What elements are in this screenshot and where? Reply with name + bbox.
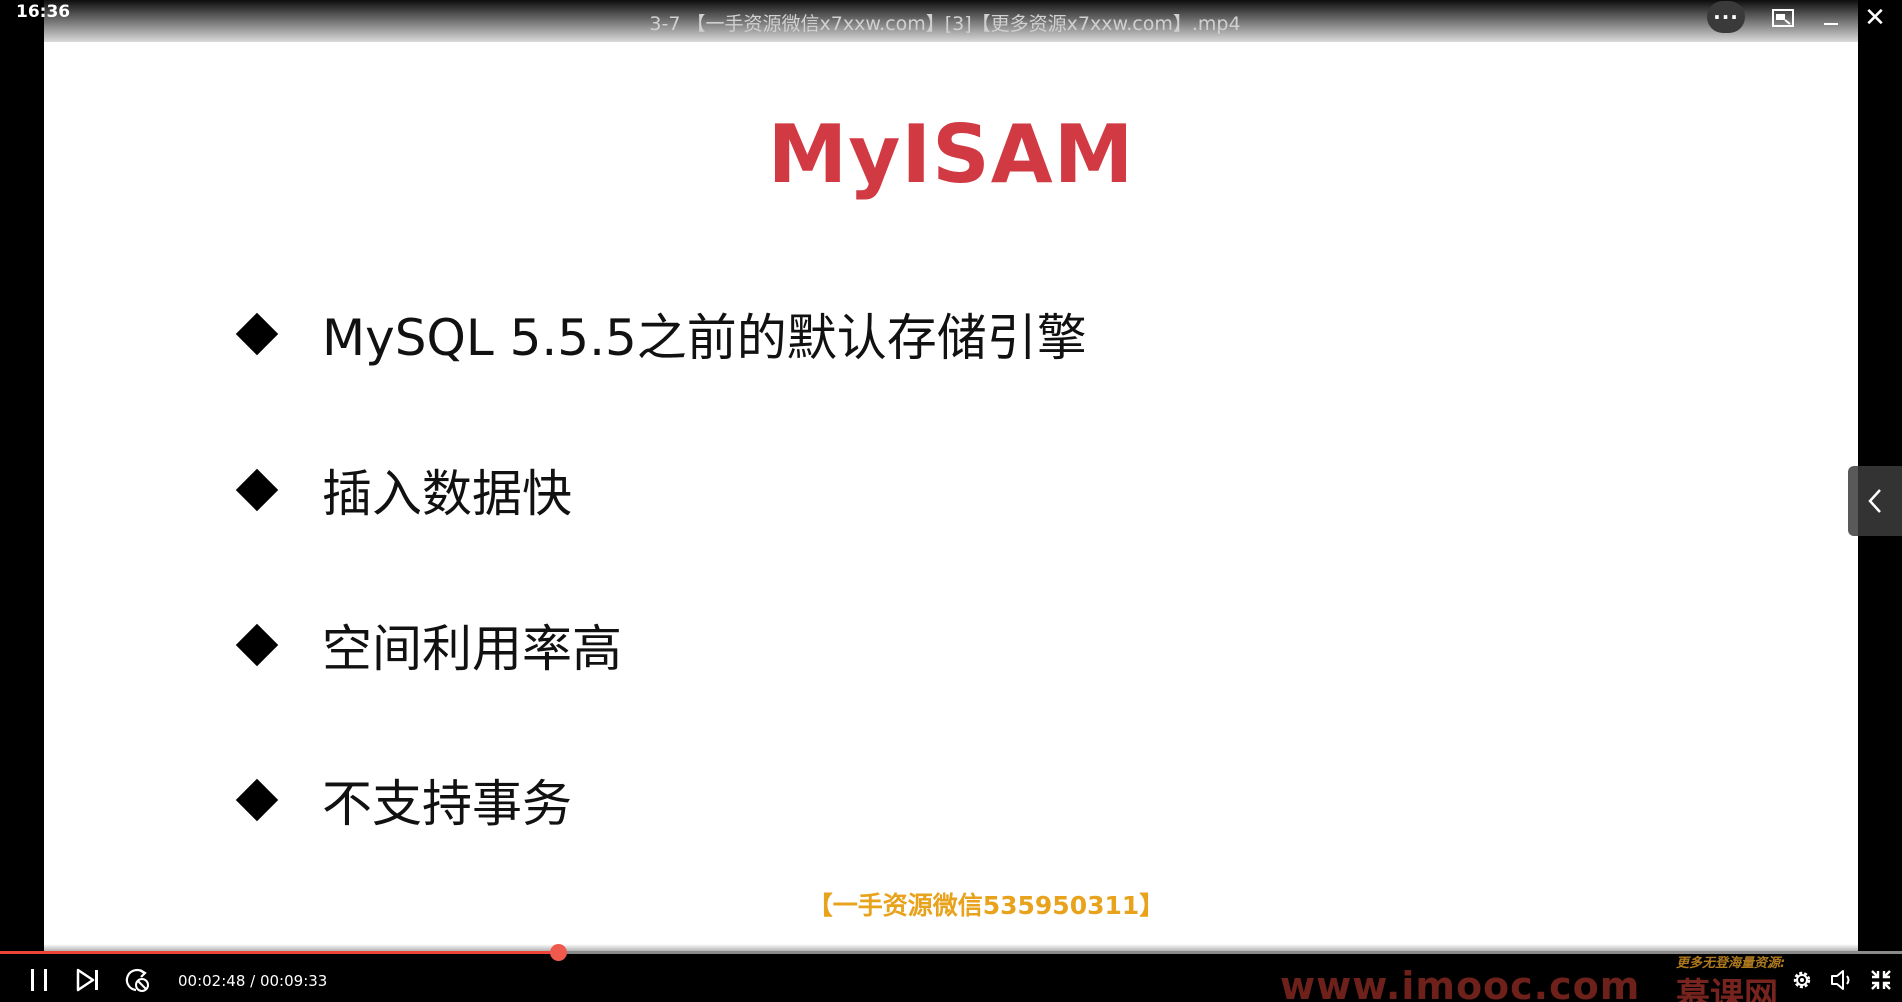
pause-button[interactable] [24,962,54,998]
time-separator: / [245,972,260,990]
chevron-left-icon [1868,489,1881,513]
volume-button[interactable] [1826,962,1858,998]
exit-fullscreen-button[interactable] [1866,962,1896,998]
diamond-bullet-icon [235,623,279,667]
exit-fullscreen-icon [1871,970,1891,990]
diamond-bullet-icon [235,778,279,822]
bullet-text: 插入数据快 [322,465,572,523]
slide-title: MyISAM [767,108,1135,201]
video-title: 3-7 【一手资源微信x7xxw.com】[3]【更多资源x7xxw.com】.… [649,13,1241,35]
minimize-icon [1824,23,1838,25]
time-readout: 00:02:48 / 00:09:33 [178,972,327,990]
site-watermark: www.imooc.com [1280,964,1641,1002]
pause-icon [31,969,47,991]
diamond-bullet-icon [235,468,279,512]
wechat-watermark: 【一手资源微信535950311】 [807,891,1165,920]
picture-in-picture-icon [1772,9,1794,27]
loop-button[interactable] [120,962,152,998]
loop-icon [125,968,149,992]
progress-bar[interactable] [0,944,1902,961]
close-button[interactable]: ✕ [1862,0,1888,36]
diamond-bullet-icon [235,312,279,356]
gear-icon [1793,971,1811,989]
picture-in-picture-button[interactable] [1770,0,1796,36]
minimize-button[interactable] [1818,0,1844,36]
bullet-text: MySQL 5.5.5之前的默认存储引擎 [322,309,1087,367]
side-panel-toggle[interactable] [1848,466,1902,536]
slide-bullet: 插入数据快 [234,454,572,526]
duration: 00:09:33 [259,972,328,990]
progress-fill [0,951,558,954]
slide-bullet: 不支持事务 [234,764,572,836]
next-button[interactable] [72,962,104,998]
slide-bullet: 空间利用率高 [234,609,622,681]
volume-icon [1831,970,1850,990]
video-frame[interactable]: MyISAM MySQL 5.5.5之前的默认存储引擎 插入数据快 空间利用率高… [44,0,1858,952]
skip-next-icon [76,968,98,992]
progress-handle[interactable] [549,944,567,961]
more-options-button[interactable]: ··· [1707,1,1745,33]
bullet-text: 空间利用率高 [322,620,622,678]
logo-watermark: 慕课网 [1676,976,1778,1002]
more-icon: ··· [1713,5,1739,29]
slide-bullet: MySQL 5.5.5之前的默认存储引擎 [234,298,1087,370]
video-player[interactable]: MyISAM MySQL 5.5.5之前的默认存储引擎 插入数据快 空间利用率高… [0,0,1902,1002]
close-icon: ✕ [1864,3,1886,33]
bullet-text: 不支持事务 [322,775,572,833]
settings-button[interactable] [1786,962,1818,998]
current-time: 00:02:48 [178,972,246,990]
